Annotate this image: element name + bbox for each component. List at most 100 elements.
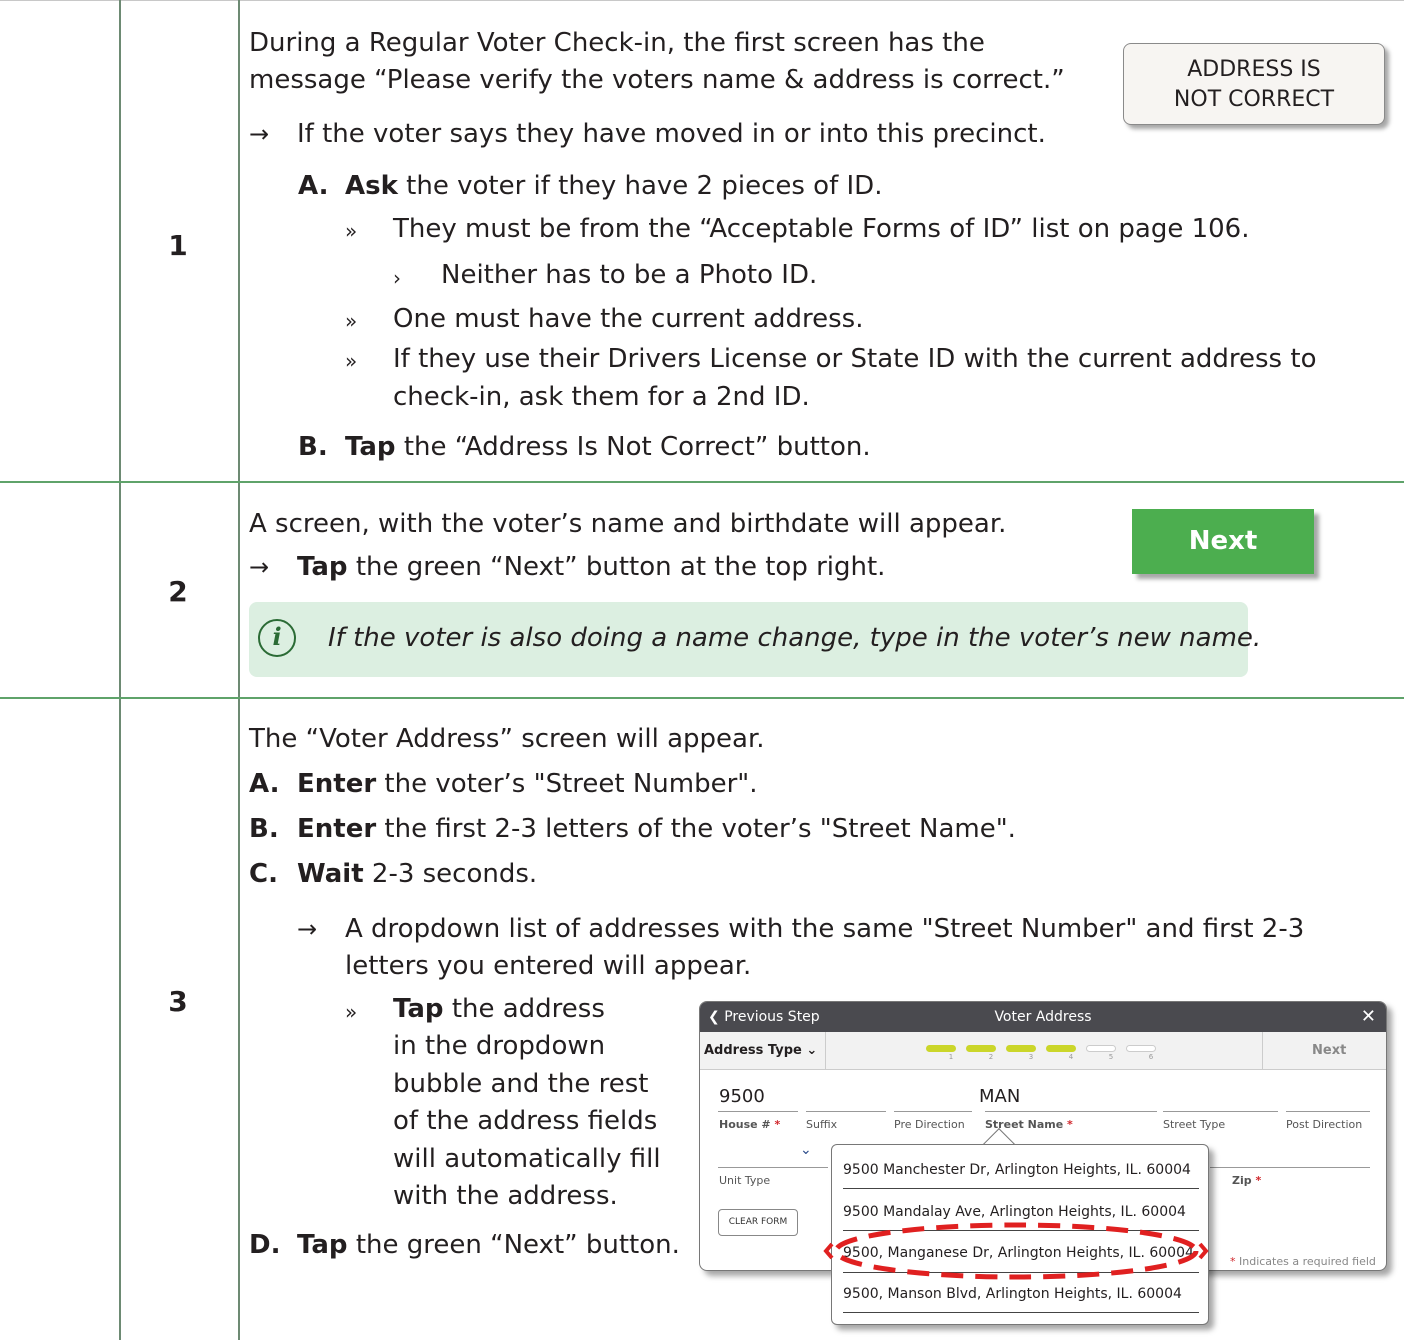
step3-a-verb: Enter: [297, 769, 377, 799]
step1-intro-line2: message “Please verify the voters name &…: [249, 65, 1065, 95]
step3-b-text: the first 2-3 letters of the voter’s "St…: [384, 814, 1016, 844]
progress-step-number: 6: [1148, 1053, 1154, 1061]
field-underline: [1163, 1111, 1278, 1112]
toolbar-divider: [825, 1032, 826, 1070]
progress-step-number: 2: [988, 1053, 994, 1061]
step3-a-instruction: Enter the voter’s "Street Number".: [297, 768, 758, 800]
address-not-correct-button[interactable]: ADDRESS IS NOT CORRECT: [1123, 43, 1385, 125]
step3-tap-verb: Tap: [393, 994, 444, 1024]
field-underline: [985, 1111, 1157, 1112]
top-border: [0, 0, 1404, 1]
arrow-icon: →: [249, 553, 270, 581]
step3-tap-text1: the address: [451, 994, 605, 1024]
screenshot-next-button[interactable]: Next: [1312, 1043, 1346, 1058]
unit-type-chevron-icon[interactable]: ⌄: [800, 1142, 812, 1158]
field-underline: [718, 1167, 828, 1168]
step1-b-letter: B.: [298, 432, 328, 462]
screenshot-title: Voter Address: [994, 1009, 1092, 1025]
close-icon[interactable]: ✕: [1361, 1002, 1376, 1032]
step1-intro-line1: During a Regular Voter Check-in, the fir…: [249, 28, 985, 58]
zip-label: Zip *: [1232, 1174, 1261, 1187]
step1-a-instruction: Ask the voter if they have 2 pieces of I…: [345, 170, 882, 202]
pre-direction-label: Pre Direction: [894, 1118, 965, 1131]
step1-arrow-text: If the voter says they have moved in or …: [297, 119, 1046, 149]
progress-step-number: 5: [1108, 1053, 1114, 1061]
next-button[interactable]: Next: [1132, 509, 1314, 574]
progress-step: [1006, 1045, 1036, 1052]
highlight-ellipse: [823, 1222, 1209, 1280]
dropdown-option[interactable]: 9500, Manson Blvd, Arlington Heights, IL…: [843, 1286, 1199, 1302]
house-number-value[interactable]: 9500: [719, 1086, 765, 1107]
step3-tap-line5: will automatically fill: [393, 1144, 661, 1174]
street-name-value[interactable]: MAN: [979, 1086, 1020, 1107]
dropdown-option[interactable]: 9500 Manchester Dr, Arlington Heights, I…: [843, 1162, 1199, 1178]
row-divider-2: [0, 697, 1404, 699]
column-divider-right: [238, 0, 240, 1340]
screenshot-toolbar: Address Type ⌄ 1 2 3 4 5 6 Next: [700, 1032, 1386, 1070]
button-label-line2: NOT CORRECT: [1173, 87, 1335, 112]
zip-label-text: Zip: [1232, 1174, 1252, 1187]
step3-c-arrow-line2: letters you entered will appear.: [345, 951, 752, 981]
progress-step-number: 3: [1028, 1053, 1034, 1061]
screenshot-title-bar: ❮ Previous Step Voter Address ✕: [700, 1002, 1386, 1032]
address-type-dropdown[interactable]: Address Type ⌄: [704, 1043, 817, 1058]
step3-tap-line6: with the address.: [393, 1181, 618, 1211]
step3-c-instruction: Wait 2-3 seconds.: [297, 858, 537, 890]
street-type-label: Street Type: [1163, 1118, 1226, 1131]
step3-d-letter: D.: [249, 1230, 281, 1260]
step2-arrow-instruction: Tap the green “Next” button at the top r…: [297, 551, 885, 583]
progress-step-number: 1: [948, 1053, 954, 1061]
clear-form-button[interactable]: CLEAR FORM: [718, 1209, 798, 1236]
progress-step: [966, 1045, 996, 1052]
step1-a-bullet2: One must have the current address.: [393, 304, 864, 334]
bullet-icon: »: [345, 349, 358, 373]
step3-b-letter: B.: [249, 814, 279, 844]
button-label-line1: ADDRESS IS: [1187, 57, 1321, 82]
step3-a-text: the voter’s "Street Number".: [384, 769, 758, 799]
field-underline: [718, 1111, 798, 1112]
step1-a-letter: A.: [298, 171, 329, 201]
field-underline: [894, 1111, 972, 1112]
sub-bullet-icon: ›: [393, 266, 401, 290]
required-asterisk: *: [774, 1118, 781, 1131]
required-note: * Indicates a required field: [1230, 1255, 1376, 1268]
info-icon: i: [258, 619, 296, 657]
step1-a-bullet3-line1: If they use their Drivers License or Sta…: [393, 344, 1317, 374]
step1-a-text: the voter if they have 2 pieces of ID.: [406, 171, 883, 201]
house-number-label: House # *: [719, 1118, 780, 1131]
info-note: i If the voter is also doing a name chan…: [249, 602, 1261, 677]
required-asterisk: *: [1230, 1255, 1236, 1268]
required-asterisk: *: [1067, 1118, 1073, 1131]
step1-b-verb: Tap: [345, 432, 396, 462]
step-number: 2: [168, 575, 188, 608]
dropdown-divider: [843, 1188, 1199, 1189]
suffix-label: Suffix: [806, 1118, 838, 1131]
step2-verb: Tap: [297, 552, 348, 582]
required-note-text: Indicates a required field: [1239, 1255, 1376, 1268]
step3-tap-line3: bubble and the rest: [393, 1069, 649, 1099]
step3-d-text: the green “Next” button.: [355, 1230, 680, 1260]
step1-a-bullet3-line2: check-in, ask them for a 2nd ID.: [393, 382, 810, 412]
step3-tap-line1: Tap the address: [393, 993, 605, 1025]
row-divider-1: [0, 481, 1404, 483]
progress-step-number: 4: [1068, 1053, 1074, 1061]
step3-b-instruction: Enter the first 2-3 letters of the voter…: [297, 813, 1016, 845]
step3-c-letter: C.: [249, 859, 278, 889]
arrow-icon: →: [249, 120, 270, 148]
house-label-text: House #: [719, 1118, 771, 1131]
toolbar-divider: [1262, 1032, 1263, 1070]
field-underline: [806, 1111, 886, 1112]
progress-step: [1046, 1045, 1076, 1052]
step3-b-verb: Enter: [297, 814, 377, 844]
step-number: 1: [168, 229, 188, 262]
step2-intro: A screen, with the voter’s name and birt…: [249, 509, 1007, 539]
field-underline: [1210, 1167, 1370, 1168]
step3-tap-line4: of the address fields: [393, 1106, 658, 1136]
step3-a-letter: A.: [249, 769, 280, 799]
required-asterisk: *: [1255, 1174, 1262, 1187]
step1-b-text: the “Address Is Not Correct” button.: [403, 432, 871, 462]
step3-d-instruction: Tap the green “Next” button.: [297, 1229, 680, 1261]
chevron-down-icon: ⌄: [806, 1043, 818, 1058]
bullet-icon: »: [345, 309, 358, 333]
step3-d-verb: Tap: [297, 1230, 348, 1260]
